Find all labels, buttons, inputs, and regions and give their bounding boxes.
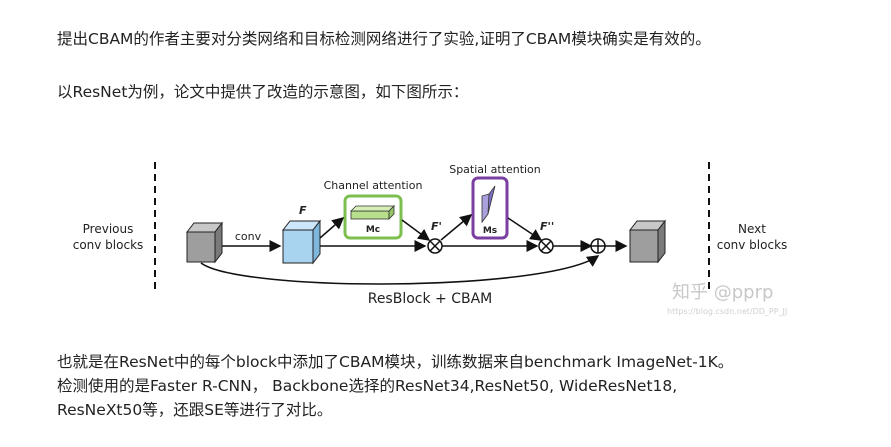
figure-caption: ResBlock + CBAM xyxy=(368,291,493,307)
previous-label-line1: Previous xyxy=(83,222,134,236)
next-label-line2: conv blocks xyxy=(717,238,788,252)
spatial-to-multiply2-arrow xyxy=(507,217,543,241)
add-node xyxy=(590,238,606,254)
mc-label: Mc xyxy=(366,225,380,235)
paragraph-intro: 提出CBAM的作者主要对分类网络和目标检测网络进行了实验,证明了CBAM模块确实… xyxy=(57,30,711,48)
f-to-channel-arrow xyxy=(319,217,345,239)
multiply-node-2 xyxy=(538,238,554,254)
previous-label-line2: conv blocks xyxy=(73,238,144,252)
conv-label: conv xyxy=(235,230,262,243)
next-label-line1: Next xyxy=(738,222,766,236)
f-prime-label: F' xyxy=(431,220,442,233)
cbam-resblock-figure: Previous conv blocks Next conv blocks co… xyxy=(73,162,788,316)
details-line-2: 检测使用的是Faster R-CNN， Backbone选择的ResNet34,… xyxy=(57,377,678,395)
multiply1-to-spatial-arrow xyxy=(440,214,473,241)
input-cube xyxy=(185,221,224,264)
output-cube xyxy=(628,219,667,264)
paragraph-details: 也就是在ResNet中的每个block中添加了CBAM模块，训练数据来自benc… xyxy=(57,350,733,422)
watermark-url: https://blog.csdn.net/DD_PP_JJ xyxy=(667,307,787,316)
channel-attention-bar xyxy=(350,205,395,220)
watermark-text: 知乎 @pprp xyxy=(672,282,773,303)
residual-skip-arrow xyxy=(200,255,600,285)
f-label: F xyxy=(299,204,307,217)
f-double-prime-label: F'' xyxy=(540,220,554,233)
spatial-attention-label: Spatial attention xyxy=(449,163,541,176)
channel-attention-label: Channel attention xyxy=(324,179,423,192)
details-line-3: ResNeXt50等，还跟SE等进行了对比。 xyxy=(57,401,333,419)
details-line-1: 也就是在ResNet中的每个block中添加了CBAM模块，训练数据来自benc… xyxy=(57,353,734,371)
ms-label: Ms xyxy=(483,226,497,236)
feature-f-cube xyxy=(281,219,322,265)
multiply-node-1 xyxy=(427,238,443,254)
paragraph-example: 以ResNet为例，论文中提供了改造的示意图，如下图所示： xyxy=(57,83,469,101)
channel-to-multiply1-arrow xyxy=(401,219,431,241)
